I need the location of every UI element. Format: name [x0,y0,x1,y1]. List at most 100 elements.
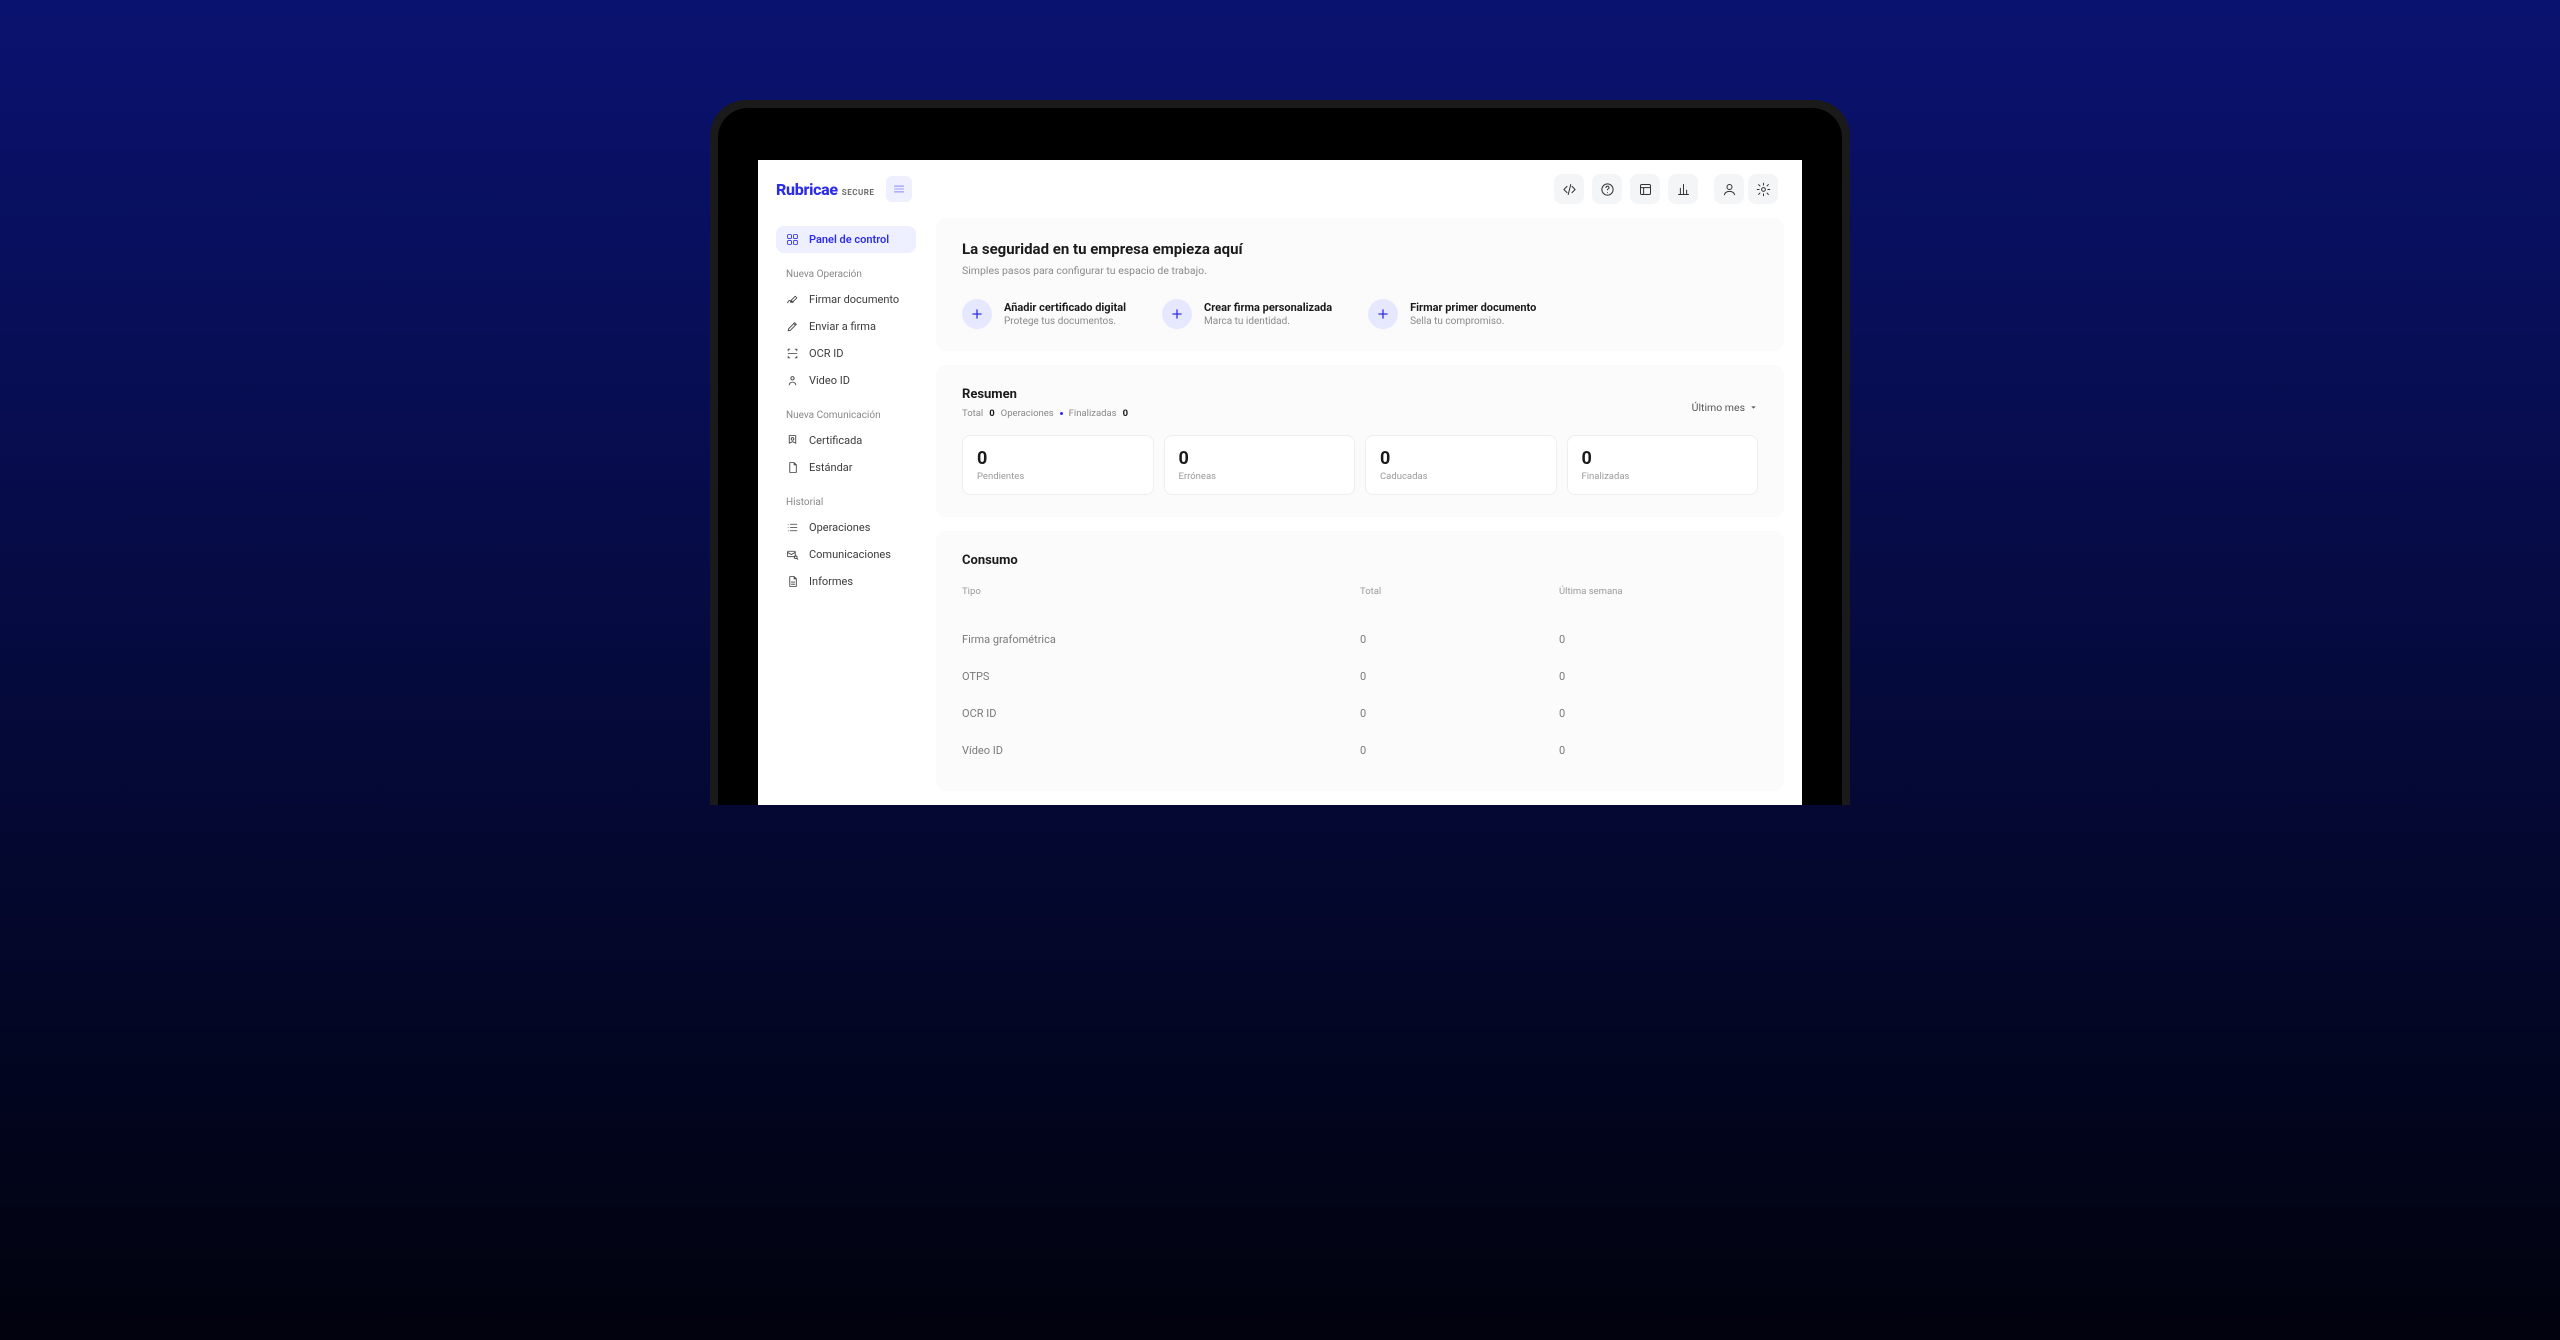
cell-type: OTPS [962,670,1360,683]
sidebar-item-label: Estándar [809,461,853,474]
sidebar-item-label: Firmar documento [809,293,899,306]
profile-button[interactable] [1714,174,1744,204]
sidebar-item-operations[interactable]: Operaciones [776,514,916,541]
tablet-frame: Rubricae SECURE [710,100,1850,805]
main-content: La seguridad en tu empresa empieza aquí … [928,218,1802,805]
scan-icon [786,347,799,360]
summary-finished-label: Finalizadas [1069,408,1117,419]
sidebar-item-standard[interactable]: Estándar [776,454,916,481]
brand-suffix: SECURE [842,188,875,197]
cell-total: 0 [1360,670,1559,683]
sidebar-item-dashboard[interactable]: Panel de control [776,226,916,253]
document-icon [786,461,799,474]
sidebar-item-label: Panel de control [809,233,889,246]
plus-icon [1368,299,1398,329]
sidebar-item-label: OCR ID [809,347,843,360]
sidebar-item-video-id[interactable]: Video ID [776,367,916,394]
analytics-button[interactable] [1668,174,1698,204]
sidebar-item-ocr-id[interactable]: OCR ID [776,340,916,367]
topbar: Rubricae SECURE [758,160,1802,218]
stat-errors: 0 Erróneas [1164,435,1356,495]
sidebar-item-label: Comunicaciones [809,548,891,561]
mail-search-icon [786,548,799,561]
separator-dot [1060,412,1063,415]
cell-week: 0 [1559,633,1758,646]
summary-total-suffix: Operaciones [1001,408,1054,419]
person-icon [786,374,799,387]
stat-value: 0 [1179,448,1341,469]
sidebar-section-label: Nueva Operación [776,253,916,286]
code-icon [1562,182,1577,197]
stat-label: Erróneas [1179,471,1341,482]
table-row: OCR ID 0 0 [962,695,1758,732]
summary-meta: Total 0 Operaciones Finalizadas 0 [962,408,1128,419]
sidebar-item-reports[interactable]: Informes [776,568,916,595]
onboarding-title: La seguridad en tu empresa empieza aquí [962,240,1758,258]
sidebar-item-label: Video ID [809,374,850,387]
signature-icon [786,293,799,306]
action-subtitle: Marca tu identidad. [1204,316,1332,327]
sidebar-item-label: Informes [809,575,853,588]
api-button[interactable] [1554,174,1584,204]
period-label: Último mes [1692,401,1745,414]
chart-icon [1676,182,1691,197]
sidebar-item-certified[interactable]: Certificada [776,427,916,454]
col-total: Total [1360,586,1559,597]
sidebar: Panel de control Nueva Operación Firmar … [758,218,928,805]
sidebar-item-communications[interactable]: Comunicaciones [776,541,916,568]
plus-icon [1162,299,1192,329]
stat-label: Caducadas [1380,471,1542,482]
summary-card: Resumen Total 0 Operaciones Finalizadas … [936,365,1784,517]
cell-type: Firma grafométrica [962,633,1360,646]
table-row: Firma grafométrica 0 0 [962,621,1758,658]
cell-total: 0 [1360,744,1559,757]
dashboard-icon [786,233,799,246]
cell-total: 0 [1360,707,1559,720]
action-title: Firmar primer documento [1410,301,1536,314]
action-create-signature[interactable]: Crear firma personalizada Marca tu ident… [1162,299,1332,329]
consumption-table-header: Tipo Total Última semana [962,586,1758,621]
summary-finished-value: 0 [1123,408,1128,419]
cell-week: 0 [1559,670,1758,683]
gear-icon [1756,182,1771,197]
col-week: Última semana [1559,586,1758,597]
stat-expired: 0 Caducadas [1365,435,1557,495]
consumption-title: Consumo [962,553,1758,568]
brand-logo: Rubricae SECURE [776,180,874,199]
sidebar-item-label: Enviar a firma [809,320,876,333]
cell-type: Vídeo ID [962,744,1360,757]
help-button[interactable] [1592,174,1622,204]
user-icon [1722,182,1737,197]
sidebar-toggle-button[interactable] [886,176,912,202]
stat-label: Pendientes [977,471,1139,482]
sidebar-item-sign-document[interactable]: Firmar documento [776,286,916,313]
sidebar-section-label: Historial [776,481,916,514]
action-title: Añadir certificado digital [1004,301,1126,314]
stat-pending: 0 Pendientes [962,435,1154,495]
app-screen: Rubricae SECURE [758,160,1802,805]
summary-total-label: Total [962,408,983,419]
plus-icon [962,299,992,329]
action-subtitle: Protege tus documentos. [1004,316,1126,327]
menu-icon [892,182,906,196]
table-row: OTPS 0 0 [962,658,1758,695]
templates-button[interactable] [1630,174,1660,204]
onboarding-card: La seguridad en tu empresa empieza aquí … [936,218,1784,351]
period-selector[interactable]: Último mes [1692,401,1758,414]
sidebar-item-label: Certificada [809,434,862,447]
action-title: Crear firma personalizada [1204,301,1332,314]
action-add-certificate[interactable]: Añadir certificado digital Protege tus d… [962,299,1126,329]
settings-button[interactable] [1748,174,1778,204]
sidebar-section-label: Nueva Comunicación [776,394,916,427]
cell-week: 0 [1559,744,1758,757]
help-icon [1600,182,1615,197]
brand-name: Rubricae [776,180,838,199]
list-icon [786,521,799,534]
col-type: Tipo [962,586,1360,597]
sidebar-item-send-to-sign[interactable]: Enviar a firma [776,313,916,340]
cell-type: OCR ID [962,707,1360,720]
consumption-card: Consumo Tipo Total Última semana Firma g… [936,531,1784,791]
stat-value: 0 [1582,448,1744,469]
report-icon [786,575,799,588]
action-sign-first-document[interactable]: Firmar primer documento Sella tu comprom… [1368,299,1536,329]
